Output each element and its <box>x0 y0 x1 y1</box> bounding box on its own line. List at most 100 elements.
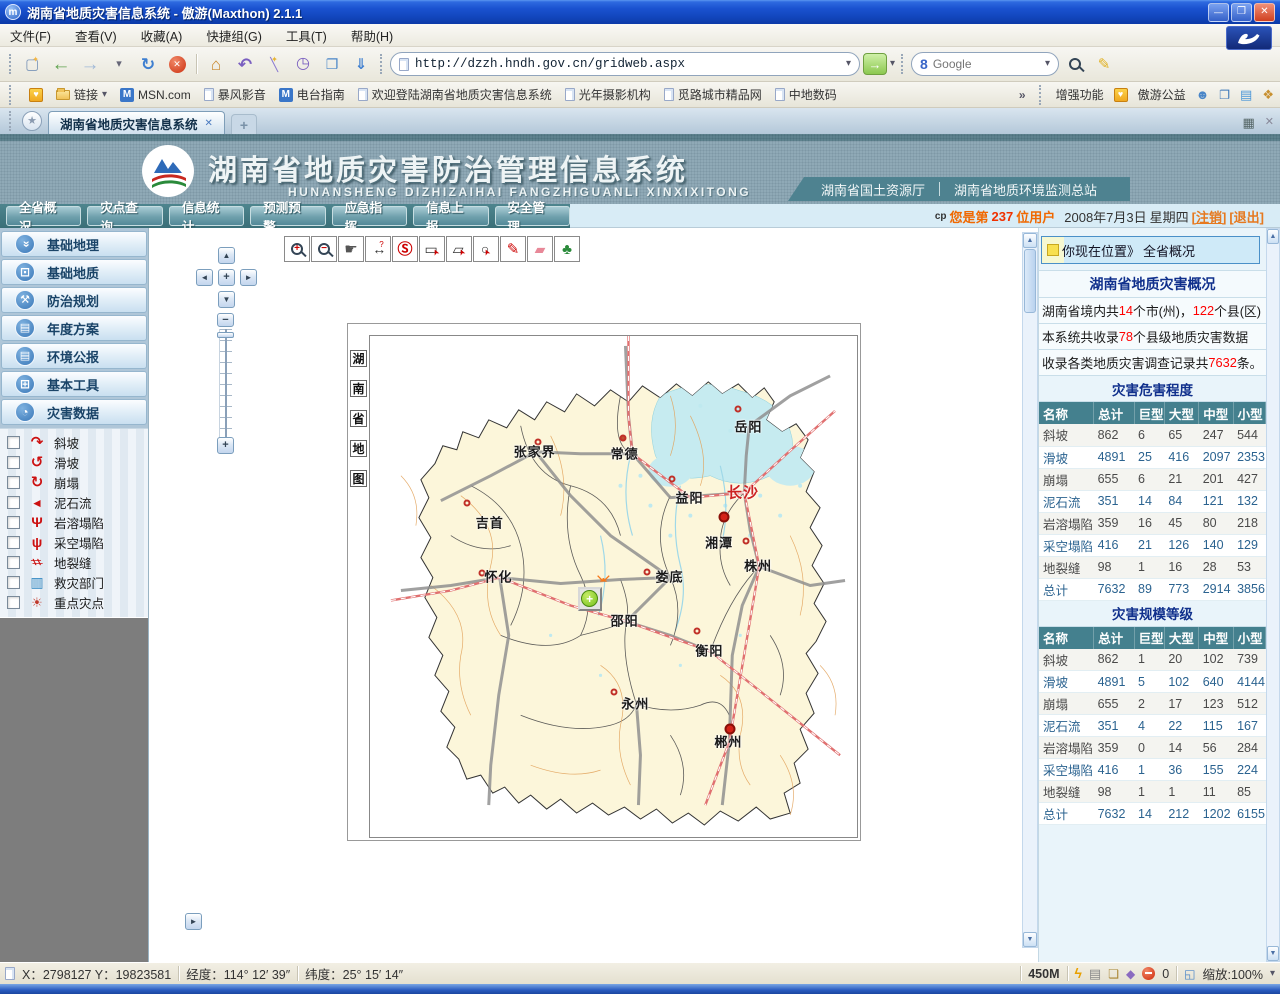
panel-scroll-down-button[interactable]: ▼ <box>1023 932 1037 947</box>
links-bar-item[interactable]: 中地数码 <box>775 86 837 103</box>
links-bar-item[interactable]: M电台指南 <box>279 86 345 103</box>
search-button[interactable] <box>1062 51 1088 77</box>
search-dropdown-icon[interactable]: ▾ <box>1045 59 1050 69</box>
new-tab-button[interactable]: + <box>231 114 257 134</box>
legend-tool[interactable]: ♣ <box>554 236 580 262</box>
new-page-button[interactable]: ▢✦ <box>19 51 45 77</box>
undo-button[interactable]: ↶ <box>232 51 258 77</box>
favorites-heart-icon[interactable]: ♥ <box>29 88 43 102</box>
layer-checkbox-崩塌[interactable] <box>7 476 20 489</box>
header-link[interactable]: 湖南省国土资源厅 <box>821 180 925 199</box>
menu-item[interactable]: 文件(F) <box>10 26 51 45</box>
locate-button[interactable]: + <box>578 587 602 611</box>
logout-link[interactable]: [注销] <box>1192 207 1227 226</box>
maxthon-app-icon[interactable]: m <box>5 4 21 20</box>
status-lightning-icon[interactable]: ϟ <box>1075 966 1082 981</box>
go-dropdown-icon[interactable]: ▾ <box>890 59 895 69</box>
panel-scroll-up-button[interactable]: ▲ <box>1023 233 1037 248</box>
pan-up-button[interactable]: ▲ <box>218 247 235 264</box>
maxthon-charity-button[interactable]: 傲游公益 <box>1138 86 1186 103</box>
close-button[interactable]: ✕ <box>1254 3 1275 22</box>
status-printer-icon[interactable]: ▤ <box>1089 967 1101 981</box>
resize-icon[interactable]: ◱ <box>1184 968 1195 980</box>
links-overflow-button[interactable]: » <box>1019 88 1026 102</box>
tab-close-icon[interactable]: ✕ <box>205 117 213 129</box>
page-scrollbar[interactable]: ▲ ▼ <box>1266 228 1280 962</box>
history-dropdown-button[interactable]: ▾ <box>106 51 132 77</box>
window-list-button[interactable]: ❐ <box>319 51 345 77</box>
address-bar[interactable]: ▾ <box>390 52 860 76</box>
go-button[interactable]: → <box>863 53 887 75</box>
plugin-account-icon[interactable]: ☻ <box>1196 88 1210 102</box>
menu-item[interactable]: 快捷组(G) <box>206 26 262 45</box>
panel-scrollbar[interactable]: ▲ ▼ <box>1022 232 1038 948</box>
popup-blocked-icon[interactable] <box>1142 967 1155 980</box>
nav-tab-灾点查询[interactable]: 灾点查询 <box>87 206 162 226</box>
hscroll-right-button[interactable]: ► <box>185 913 202 930</box>
full-extent-tool[interactable]: Ⓢ <box>392 236 418 262</box>
links-folder[interactable]: 链接 ▾ <box>56 86 107 103</box>
tab-active[interactable]: 湖南省地质灾害信息系统 ✕ <box>48 111 225 134</box>
sidebar-section-基础地质[interactable]: ⊡基础地质 <box>1 259 147 285</box>
panel-scroll-thumb[interactable] <box>1024 249 1036 313</box>
eraser-tool[interactable]: ▰ <box>527 236 553 262</box>
zoom-dropdown-icon[interactable]: ▾ <box>1270 969 1275 979</box>
filter-button[interactable]: ╲✦ <box>261 51 287 77</box>
redline-tool[interactable]: ✎ <box>500 236 526 262</box>
tabbar-gripper[interactable] <box>9 111 13 131</box>
links-bar-item[interactable]: 欢迎登陆湖南省地质灾害信息系统 <box>358 86 552 103</box>
pan-left-button[interactable]: ◄ <box>196 269 213 286</box>
refresh-button[interactable]: ↻ <box>135 51 161 77</box>
plugins-gripper[interactable] <box>1039 85 1043 105</box>
layer-checkbox-地裂缝[interactable] <box>7 556 20 569</box>
status-popup-blocker-icon[interactable]: ❏ <box>1108 967 1119 981</box>
plugin-notebook-icon[interactable]: ▤ <box>1240 88 1252 102</box>
layer-checkbox-采空塌陷[interactable] <box>7 536 20 549</box>
search-box[interactable]: 8 ▾ <box>911 52 1059 76</box>
nav-tab-全省概况[interactable]: 全省概况 <box>6 206 81 226</box>
layer-checkbox-救灾部门[interactable] <box>7 576 20 589</box>
exit-link[interactable]: [退出] <box>1229 207 1264 226</box>
search-input[interactable] <box>933 57 1040 71</box>
links-bar-item[interactable]: 觅路城市精品网 <box>664 86 762 103</box>
pan-right-button[interactable]: ► <box>240 269 257 286</box>
nav-tab-安全管理[interactable]: 安全管理 <box>495 206 570 226</box>
menu-item[interactable]: 收藏(A) <box>141 26 183 45</box>
zoom-level[interactable]: 缩放:100% <box>1203 964 1263 983</box>
minimize-button[interactable]: — <box>1208 3 1229 22</box>
nav-tab-信息上报[interactable]: 信息上报 <box>413 206 488 226</box>
zoom-in-tool[interactable]: + <box>284 236 310 262</box>
plugin-panel-icon[interactable]: ❐ <box>1219 88 1230 102</box>
layer-checkbox-滑坡[interactable] <box>7 456 20 469</box>
select-rect-tool[interactable]: ▭➤ <box>419 236 445 262</box>
plugin-skin-icon[interactable]: ❖ <box>1262 88 1274 102</box>
links-bar-item[interactable]: 暴风影音 <box>204 86 266 103</box>
header-link[interactable]: 湖南省地质环境监测总站 <box>954 180 1097 199</box>
nav-tab-预测预警[interactable]: 预测预警 <box>250 206 325 226</box>
sidebar-section-年度方案[interactable]: ▤年度方案 <box>1 315 147 341</box>
select-polygon-tool[interactable]: ▱➤ <box>446 236 472 262</box>
status-plugin-icon[interactable]: ◆ <box>1126 967 1135 981</box>
toolbar-gripper[interactable] <box>9 54 13 74</box>
links-gripper[interactable] <box>9 85 13 105</box>
zoom-slider-minus-button[interactable]: − <box>217 313 234 327</box>
address-input[interactable] <box>415 57 840 71</box>
pan-center-button[interactable]: + <box>218 269 235 286</box>
home-button[interactable]: ⌂ <box>203 51 229 77</box>
links-bar-item[interactable]: 光年摄影机构 <box>565 86 651 103</box>
page-scroll-up-button[interactable]: ▲ <box>1267 229 1279 244</box>
search-gripper[interactable] <box>901 54 905 74</box>
stop-button[interactable]: ✕ <box>164 51 190 77</box>
history-button[interactable]: ◷ <box>290 51 316 77</box>
sidebar-section-防治规划[interactable]: ⚒防治规划 <box>1 287 147 313</box>
menu-item[interactable]: 查看(V) <box>75 26 117 45</box>
tab-list-button[interactable]: ▦ <box>1242 116 1254 129</box>
map-canvas[interactable]: 张家界常德岳阳益阳长沙吉首湘潭株州娄底怀化邵阳衡阳永州郴州↘↙+ <box>369 335 858 838</box>
pan-down-button[interactable]: ▼ <box>218 291 235 308</box>
pan-tool[interactable]: ☛ <box>338 236 364 262</box>
select-circle-tool[interactable]: ○➤ <box>473 236 499 262</box>
links-bar-item[interactable]: MMSN.com <box>120 88 191 102</box>
download-button[interactable]: ⇓ <box>348 51 374 77</box>
menu-item[interactable]: 帮助(H) <box>351 26 393 45</box>
layer-checkbox-泥石流[interactable] <box>7 496 20 509</box>
